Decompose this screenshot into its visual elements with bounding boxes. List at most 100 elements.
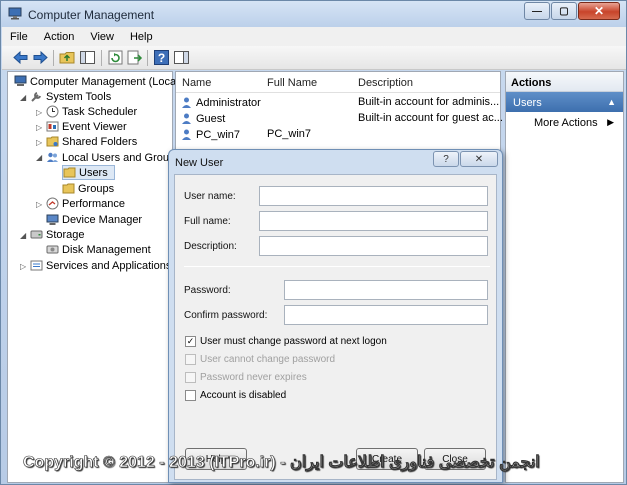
actions-header: Actions [506, 72, 623, 92]
tree-item-device-manager[interactable]: Device Manager [46, 212, 142, 227]
tree-label: Task Scheduler [62, 105, 138, 118]
export-list-icon[interactable] [126, 49, 143, 66]
show-hide-action-pane-icon[interactable] [173, 49, 190, 66]
device-manager-icon [46, 214, 59, 225]
new-user-dialog: New User ? ✕ User name: Full name: Descr… [168, 149, 503, 483]
expand-arrow-icon[interactable]: ▷ [36, 200, 42, 209]
folder-icon [63, 167, 76, 178]
full-name-input[interactable] [259, 211, 488, 231]
tree-item-storage[interactable]: Storage [30, 227, 85, 242]
tree-item-disk-management[interactable]: Disk Management [46, 242, 151, 257]
dialog-close-button[interactable]: ✕ [460, 151, 498, 167]
divider [184, 266, 490, 267]
more-actions-link[interactable]: More Actions [534, 117, 598, 129]
full-name-label: Full name: [184, 216, 231, 227]
collapse-arrow-icon[interactable]: ◢ [20, 231, 26, 240]
menu-action[interactable]: Action [36, 31, 83, 43]
menu-help[interactable]: Help [122, 31, 161, 43]
tree-item-local-users-groups[interactable]: Local Users and Groups [46, 150, 181, 165]
column-header-name[interactable]: Name [182, 77, 211, 89]
tree-item-system-tools[interactable]: System Tools [30, 89, 111, 104]
table-row[interactable]: Administrator [180, 95, 261, 110]
checkbox-label: Account is disabled [200, 390, 287, 401]
checkbox-box[interactable] [185, 372, 196, 383]
console-tree: Computer Management (Local ◢ System Tool… [7, 71, 181, 483]
tree-label: System Tools [46, 90, 112, 103]
password-input[interactable] [284, 280, 488, 300]
minimize-button[interactable]: — [524, 2, 550, 20]
cannot-change-password-checkbox[interactable]: User cannot change password [185, 354, 335, 365]
dialog-help-button[interactable]: ? [433, 151, 459, 167]
refresh-icon[interactable] [107, 49, 124, 66]
create-button[interactable]: Create [356, 448, 418, 470]
collapse-arrow-icon[interactable]: ◢ [36, 153, 42, 162]
checkmark-icon[interactable]: ✓ [185, 336, 196, 347]
tree-label: Storage [46, 228, 85, 241]
confirm-password-input[interactable] [284, 305, 488, 325]
checkbox-label: User must change password at next logon [200, 336, 387, 347]
column-header-description[interactable]: Description [358, 77, 413, 89]
close-dialog-button[interactable]: Close [424, 448, 486, 470]
expand-arrow-icon[interactable]: ▷ [36, 108, 42, 117]
password-never-expires-checkbox[interactable]: Password never expires [185, 372, 307, 383]
confirm-password-label: Confirm password: [184, 310, 268, 321]
title-bar[interactable]: Computer Management — ▢ ✕ [1, 1, 626, 27]
disk-icon [46, 245, 59, 254]
tree-label: Disk Management [62, 243, 151, 256]
row-name: Guest [196, 112, 226, 125]
checkbox-box[interactable] [185, 390, 196, 401]
computer-management-icon [14, 75, 27, 86]
submenu-arrow-icon[interactable]: ▶ [607, 117, 614, 128]
must-change-password-checkbox[interactable]: ✓ User must change password at next logo… [185, 336, 387, 347]
tree-item-event-viewer[interactable]: Event Viewer [46, 119, 127, 134]
folder-icon [62, 183, 75, 194]
password-label: Password: [184, 285, 231, 296]
tree-label: Shared Folders [62, 135, 138, 148]
collapse-triangle-icon[interactable]: ▲ [607, 97, 616, 107]
computer-management-window: Computer Management — ▢ ✕ File Action Vi… [0, 0, 627, 485]
row-full-name: PC_win7 [267, 128, 312, 140]
table-row[interactable]: PC_win7 [180, 127, 240, 142]
close-button[interactable]: ✕ [578, 2, 620, 20]
expand-arrow-icon[interactable]: ▷ [36, 138, 42, 147]
tree-label: Users [79, 166, 108, 179]
collapse-arrow-icon[interactable]: ◢ [20, 93, 26, 102]
tree-item-performance[interactable]: Performance [46, 196, 125, 211]
menu-view[interactable]: View [82, 31, 122, 43]
expand-arrow-icon[interactable]: ▷ [20, 262, 26, 271]
expand-arrow-icon[interactable]: ▷ [36, 123, 42, 132]
checkbox-box[interactable] [185, 354, 196, 365]
description-input[interactable] [259, 236, 488, 256]
user-icon [182, 97, 191, 108]
back-arrow-icon[interactable] [12, 49, 29, 66]
tree-item-groups[interactable]: Groups [62, 181, 114, 196]
help-button[interactable]: Help [185, 448, 247, 470]
storage-icon [30, 230, 43, 239]
tree-item-task-scheduler[interactable]: Task Scheduler [46, 104, 137, 119]
up-folder-icon[interactable] [59, 49, 76, 66]
computer-management-icon [8, 7, 22, 20]
shared-folder-icon [46, 136, 59, 147]
show-hide-console-tree-icon[interactable] [79, 49, 96, 66]
help-icon[interactable]: ? [153, 49, 170, 66]
tree-item-shared-folders[interactable]: Shared Folders [46, 134, 137, 149]
menu-file[interactable]: File [2, 31, 36, 43]
tree-label: Local Users and Groups [62, 151, 181, 164]
table-row[interactable]: Guest [180, 111, 225, 126]
tree-item-users[interactable]: Users [62, 165, 115, 180]
user-name-input[interactable] [259, 186, 488, 206]
services-icon [30, 260, 43, 271]
tree-item-services-applications[interactable]: Services and Applications [30, 258, 171, 273]
tree-label: Device Manager [62, 213, 143, 226]
actions-section-users[interactable]: Users ▲ [506, 92, 623, 112]
forward-arrow-icon[interactable] [32, 49, 49, 66]
tree-label: Computer Management (Local [30, 75, 179, 88]
row-description: Built-in account for guest ac... [358, 112, 503, 124]
event-viewer-icon [46, 121, 59, 132]
maximize-button[interactable]: ▢ [551, 2, 577, 20]
account-disabled-checkbox[interactable]: Account is disabled [185, 390, 286, 401]
row-name: PC_win7 [196, 128, 241, 141]
column-header-full-name[interactable]: Full Name [267, 77, 317, 89]
tree-item-computer-management[interactable]: Computer Management (Local [14, 74, 179, 89]
users-group-icon [47, 152, 58, 162]
